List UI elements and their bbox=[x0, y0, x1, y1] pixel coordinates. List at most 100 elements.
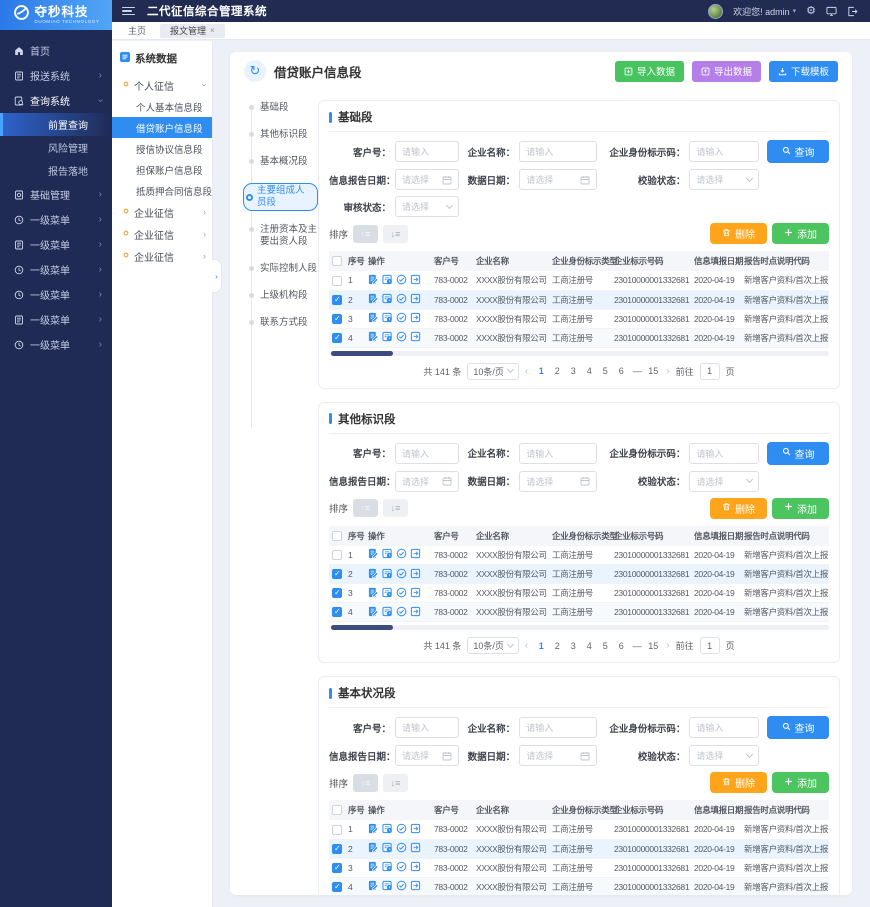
row-checkbox[interactable] bbox=[332, 607, 342, 617]
sidebar-item[interactable]: 一级菜单› bbox=[0, 282, 112, 307]
company-name-input[interactable]: 请输入 bbox=[519, 717, 597, 738]
detail-icon[interactable] bbox=[382, 823, 393, 834]
anchor-item[interactable]: 上级机构段 bbox=[248, 290, 318, 302]
verify-status-select[interactable]: 请选择 bbox=[689, 169, 759, 190]
entity-id-input[interactable]: 请输入 bbox=[689, 141, 759, 162]
page-number[interactable]: 4 bbox=[582, 366, 596, 376]
anchor-item[interactable]: 实际控制人段 bbox=[248, 263, 318, 275]
prev-page-icon[interactable]: ‹ bbox=[525, 366, 528, 377]
detail-icon[interactable] bbox=[382, 587, 393, 598]
page-number[interactable]: 6 bbox=[614, 641, 628, 651]
data-date-picker[interactable]: 请选择 bbox=[519, 745, 597, 766]
entity-id-input[interactable]: 请输入 bbox=[689, 717, 759, 738]
add-button[interactable]: 添加 bbox=[772, 772, 829, 793]
tree-item[interactable]: 抵质押合同信息段 bbox=[112, 180, 212, 201]
audit-icon[interactable] bbox=[396, 312, 407, 323]
edit-icon[interactable] bbox=[368, 293, 379, 304]
page-number[interactable]: 5 bbox=[598, 641, 612, 651]
horizontal-scrollbar[interactable] bbox=[329, 351, 829, 356]
customer-no-input[interactable]: 请输入 bbox=[395, 443, 459, 464]
table-row[interactable]: 3783-0002XXXX股份有限公司工商注册号2301000000133268… bbox=[329, 858, 829, 877]
page-size-select[interactable]: 10条/页 bbox=[467, 637, 519, 654]
report-icon[interactable] bbox=[410, 293, 421, 304]
review-status-select[interactable]: 请选择 bbox=[395, 196, 459, 217]
logout-icon[interactable] bbox=[847, 6, 858, 17]
table-row[interactable]: 3783-0002XXXX股份有限公司工商注册号2301000000133268… bbox=[329, 309, 829, 328]
table-row[interactable]: 4783-0002XXXX股份有限公司工商注册号2301000000133268… bbox=[329, 603, 829, 622]
audit-icon[interactable] bbox=[396, 606, 407, 617]
tab-0[interactable]: 主页 bbox=[118, 24, 156, 38]
table-row[interactable]: 3783-0002XXXX股份有限公司工商注册号2301000000133268… bbox=[329, 584, 829, 603]
report-icon[interactable] bbox=[410, 587, 421, 598]
report-date-picker[interactable]: 请选择 bbox=[395, 169, 459, 190]
sidebar-collapse-handle[interactable]: › bbox=[212, 259, 222, 293]
tree-group[interactable]: 企业征信› bbox=[112, 223, 212, 245]
page-number[interactable]: 1 bbox=[534, 366, 548, 376]
audit-icon[interactable] bbox=[396, 548, 407, 559]
page-number[interactable]: 5 bbox=[598, 366, 612, 376]
page-number[interactable]: 1 bbox=[534, 641, 548, 651]
select-all-checkbox[interactable] bbox=[332, 805, 342, 815]
avatar[interactable] bbox=[708, 4, 723, 19]
tree-item[interactable]: 个人基本信息段 bbox=[112, 96, 212, 117]
anchor-item[interactable]: 注册资本及主要出资人段 bbox=[248, 224, 318, 248]
anchor-item[interactable]: 联系方式段 bbox=[248, 317, 318, 329]
report-icon[interactable] bbox=[410, 823, 421, 834]
company-name-input[interactable]: 请输入 bbox=[519, 141, 597, 162]
table-row[interactable]: 2783-0002XXXX股份有限公司工商注册号2301000000133268… bbox=[329, 290, 829, 309]
row-checkbox[interactable] bbox=[332, 588, 342, 598]
edit-icon[interactable] bbox=[368, 606, 379, 617]
next-page-icon[interactable]: › bbox=[666, 366, 669, 377]
audit-icon[interactable] bbox=[396, 293, 407, 304]
horizontal-scrollbar[interactable] bbox=[329, 625, 829, 630]
sidebar-subitem[interactable]: 风险管理 bbox=[0, 136, 112, 159]
report-icon[interactable] bbox=[410, 606, 421, 617]
audit-icon[interactable] bbox=[396, 880, 407, 891]
sort-asc-button[interactable]: ↑≡ bbox=[353, 774, 378, 792]
sort-desc-button[interactable]: ↓≡ bbox=[383, 774, 408, 792]
report-icon[interactable] bbox=[410, 312, 421, 323]
data-date-picker[interactable]: 请选择 bbox=[519, 471, 597, 492]
detail-icon[interactable] bbox=[382, 861, 393, 872]
tree-item[interactable]: 担保账户信息段 bbox=[112, 159, 212, 180]
sidebar-item[interactable]: 一级菜单› bbox=[0, 207, 112, 232]
scrollbar-thumb[interactable] bbox=[331, 351, 393, 356]
detail-icon[interactable] bbox=[382, 293, 393, 304]
edit-icon[interactable] bbox=[368, 312, 379, 323]
sidebar-subitem[interactable]: 前置查询 bbox=[0, 113, 112, 136]
verify-status-select[interactable]: 请选择 bbox=[689, 471, 759, 492]
sidebar-item[interactable]: 查询系统› bbox=[0, 88, 112, 113]
page-size-select[interactable]: 10条/页 bbox=[467, 363, 519, 380]
add-button[interactable]: 添加 bbox=[772, 498, 829, 519]
detail-icon[interactable] bbox=[382, 312, 393, 323]
theme-icon[interactable] bbox=[826, 6, 837, 17]
anchor-item[interactable]: 基本概况段 bbox=[248, 156, 318, 168]
sidebar-subitem[interactable]: 报告落地 bbox=[0, 159, 112, 182]
scrollbar-thumb[interactable] bbox=[331, 625, 393, 630]
edit-icon[interactable] bbox=[368, 861, 379, 872]
detail-icon[interactable] bbox=[382, 274, 393, 285]
sidebar-item[interactable]: 一级菜单› bbox=[0, 307, 112, 332]
report-icon[interactable] bbox=[410, 842, 421, 853]
detail-icon[interactable] bbox=[382, 568, 393, 579]
row-checkbox[interactable] bbox=[332, 882, 342, 892]
audit-icon[interactable] bbox=[396, 842, 407, 853]
export-data-button[interactable]: 导出数据 bbox=[692, 61, 761, 82]
table-row[interactable]: 4783-0002XXXX股份有限公司工商注册号2301000000133268… bbox=[329, 877, 829, 895]
sort-desc-button[interactable]: ↓≡ bbox=[383, 225, 408, 243]
tree-group[interactable]: 个人征信› bbox=[112, 74, 212, 96]
audit-icon[interactable] bbox=[396, 861, 407, 872]
page-number[interactable]: 3 bbox=[566, 641, 580, 651]
tree-group[interactable]: 企业征信› bbox=[112, 201, 212, 223]
anchor-item[interactable]: 其他标识段 bbox=[248, 129, 318, 141]
page-number[interactable]: 15 bbox=[646, 366, 660, 376]
select-all-checkbox[interactable] bbox=[332, 531, 342, 541]
data-date-picker[interactable]: 请选择 bbox=[519, 169, 597, 190]
row-checkbox[interactable] bbox=[332, 863, 342, 873]
download-template-button[interactable]: 下载模板 bbox=[769, 61, 838, 82]
tab-1[interactable]: 报文管理× bbox=[160, 24, 225, 38]
edit-icon[interactable] bbox=[368, 331, 379, 342]
sidebar-item[interactable]: 一级菜单› bbox=[0, 232, 112, 257]
table-row[interactable]: 4783-0002XXXX股份有限公司工商注册号2301000000133268… bbox=[329, 328, 829, 347]
delete-button[interactable]: 删除 bbox=[710, 223, 767, 244]
